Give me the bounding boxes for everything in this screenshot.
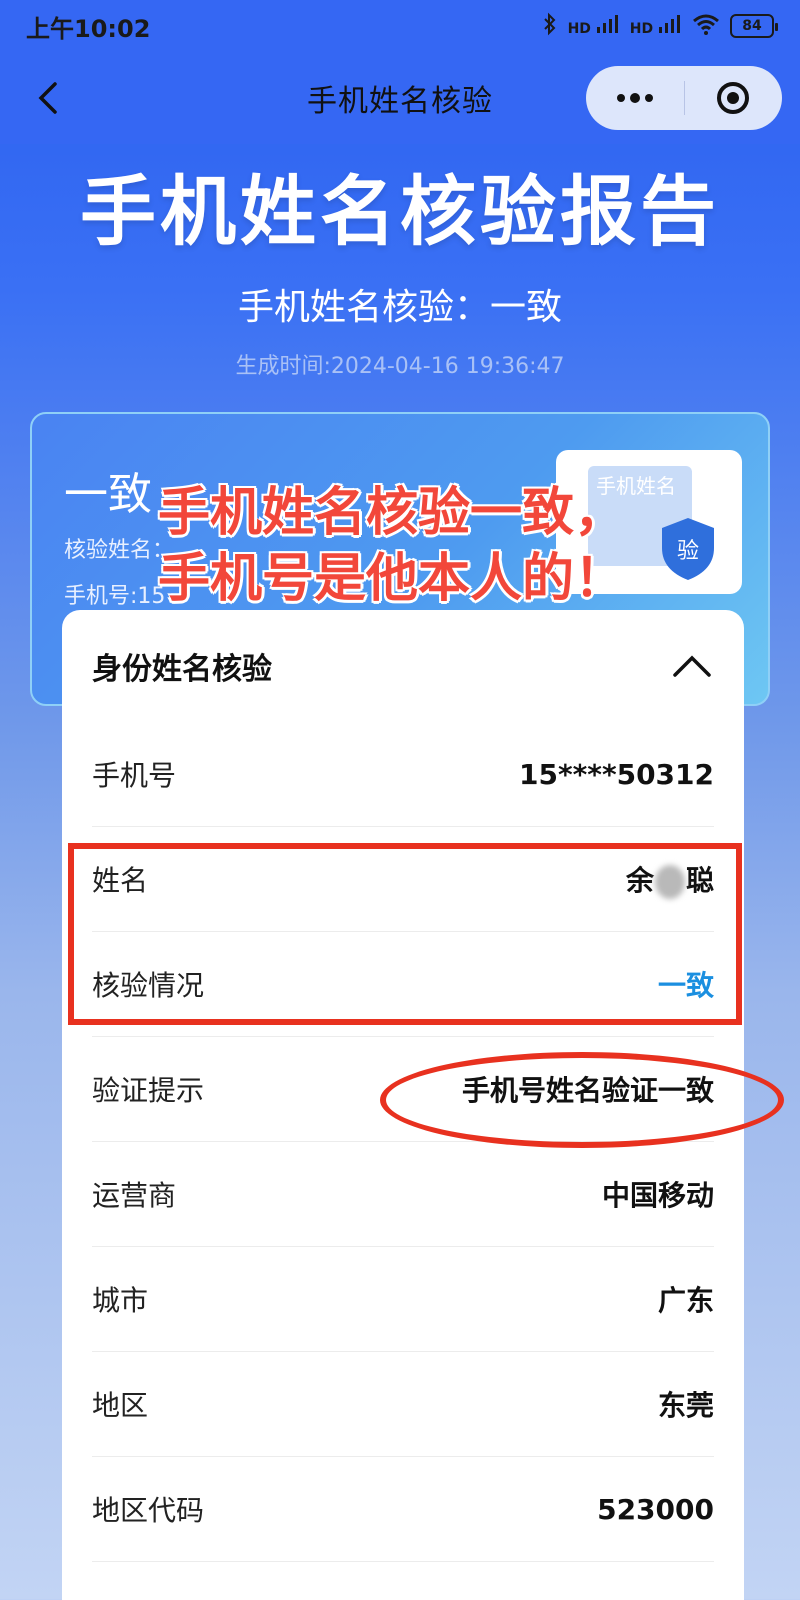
row-value: 523000 [597, 1492, 714, 1526]
bluetooth-icon [542, 12, 558, 41]
mini-program-capsule [586, 66, 782, 130]
nav-bar: 手机姓名核验 [0, 52, 800, 144]
row-value: 中国移动 [601, 1179, 714, 1212]
wifi-icon [692, 13, 720, 40]
row-label: 地区代码 [92, 1494, 205, 1527]
target-close-icon [717, 82, 750, 114]
row-label: 手机号 [92, 759, 177, 792]
report-subtitle: 手机姓名核验：一致 [237, 287, 562, 328]
row-city: 城市 广东 [92, 1247, 714, 1352]
row-region-code: 地区代码 523000 [92, 1457, 714, 1562]
red-highlight-ellipse [380, 1052, 784, 1148]
row-label: 验证提示 [92, 1074, 205, 1107]
status-icons: HD HD 84 [542, 12, 778, 41]
row-value: 15****50312 [519, 757, 714, 791]
close-mini-program-button[interactable] [685, 66, 783, 130]
annotation-text: 手机姓名核验一致， 手机号是他本人的！ [158, 480, 678, 612]
row-label: 地区 [92, 1389, 149, 1422]
more-dots-icon [616, 93, 653, 103]
chevron-left-icon [38, 82, 57, 114]
row-phone: 手机号 15****50312 [92, 722, 714, 827]
detail-card-header[interactable]: 身份姓名核验 [62, 610, 744, 722]
signal-1-icon: HD [568, 15, 620, 37]
annotation-line-1: 手机姓名核验一致， [158, 483, 627, 543]
collapse-button[interactable] [670, 644, 714, 688]
summary-phone-line: 手机号:15 [64, 584, 166, 609]
report-title: 手机姓名核验报告 [80, 167, 720, 256]
annotation-line-2: 手机号是他本人的！ [158, 549, 627, 609]
generated-time: 生成时间:2024-04-16 19:36:47 [235, 354, 565, 379]
back-button[interactable] [28, 78, 68, 118]
signal-2-label: HD [629, 21, 654, 37]
row-carrier: 运营商 中国移动 [92, 1142, 714, 1247]
row-label: 城市 [92, 1284, 149, 1317]
row-value: 广东 [657, 1284, 714, 1317]
badge-shield-text: 验 [677, 539, 699, 564]
summary-result: 一致 [64, 469, 152, 520]
status-bar: 上午10:02 HD HD 84 [0, 0, 800, 52]
more-button[interactable] [586, 66, 684, 130]
detail-card-title: 身份姓名核验 [92, 652, 272, 687]
battery-icon: 84 [730, 14, 778, 38]
row-region: 地区 东莞 [92, 1352, 714, 1457]
signal-2-icon: HD [630, 15, 682, 37]
row-label: 运营商 [92, 1179, 177, 1212]
nav-title: 手机姓名核验 [307, 84, 493, 119]
signal-1-label: HD [567, 21, 591, 37]
chevron-up-icon [673, 655, 711, 677]
status-time: 上午10:02 [26, 14, 151, 43]
row-value: 东莞 [657, 1389, 714, 1422]
red-highlight-box [68, 843, 742, 1025]
